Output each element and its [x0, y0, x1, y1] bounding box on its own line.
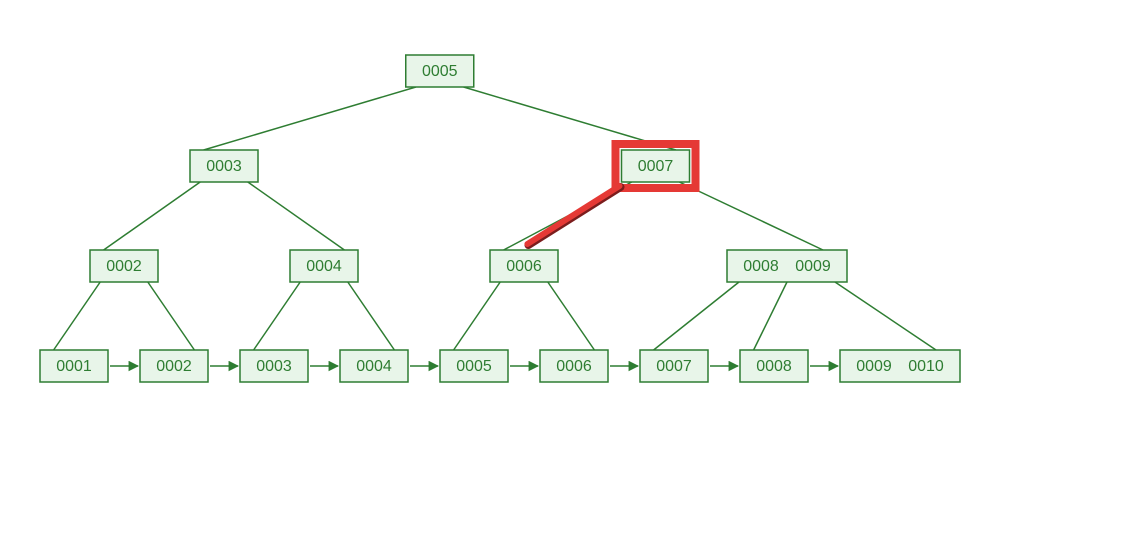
tree-edge [54, 282, 101, 350]
leaf-node: 0009 0010 [840, 350, 960, 382]
internal-node: 0007 [622, 150, 690, 182]
tree-edge [754, 282, 787, 350]
btree-diagram: 0005 0003 0007 0002 0004 0006 0008 0009 0001 0002… [0, 0, 1134, 554]
tree-edge [835, 282, 936, 350]
branch-node: 0004 [290, 250, 358, 282]
tree-edge [548, 282, 595, 350]
leaf-node: 0002 [140, 350, 208, 382]
branch-node: 0002 [90, 250, 158, 282]
node-key: 0003 [256, 358, 292, 375]
leaf-node: 0003 [240, 350, 308, 382]
node-key: 0009 [856, 358, 892, 375]
leaf-node: 0004 [340, 350, 408, 382]
leaf-node: 0008 [740, 350, 808, 382]
node-key: 0001 [56, 358, 92, 375]
node-key: 0004 [306, 258, 342, 275]
leaf-node: 0005 [440, 350, 508, 382]
tree-edge [454, 282, 501, 350]
tree-edge [254, 282, 301, 350]
tree-edges [54, 87, 936, 350]
tree-edge [104, 182, 201, 250]
node-key: 0002 [106, 258, 142, 275]
highlight-line [527, 186, 619, 244]
leaf-node: 0006 [540, 350, 608, 382]
node-key: 0005 [422, 63, 458, 80]
node-key: 0006 [506, 258, 542, 275]
node-key: 0010 [908, 358, 944, 375]
tree-nodes: 0005 0003 0007 0002 0004 0006 0008 0009 0001 0002… [40, 55, 960, 382]
internal-node: 0003 [190, 150, 258, 182]
tree-edge [148, 282, 195, 350]
tree-edge [679, 182, 823, 250]
leaf-node: 0007 [640, 350, 708, 382]
tree-edge [248, 182, 345, 250]
tree-edge [654, 282, 739, 350]
node-key: 0005 [456, 358, 492, 375]
node-key: 0002 [156, 358, 192, 375]
branch-node: 0006 [490, 250, 558, 282]
node-key: 0003 [206, 158, 242, 175]
tree-edge [348, 282, 395, 350]
tree-edge [204, 87, 416, 150]
branch-node: 0008 0009 [727, 250, 847, 282]
node-key: 0007 [656, 358, 692, 375]
node-key: 0007 [638, 158, 674, 175]
leaf-node: 0001 [40, 350, 108, 382]
node-key: 0008 [756, 358, 792, 375]
root-node: 0005 [406, 55, 474, 87]
node-key: 0008 [743, 258, 779, 275]
node-key: 0004 [356, 358, 392, 375]
node-key: 0006 [556, 358, 592, 375]
node-key: 0009 [795, 258, 831, 275]
